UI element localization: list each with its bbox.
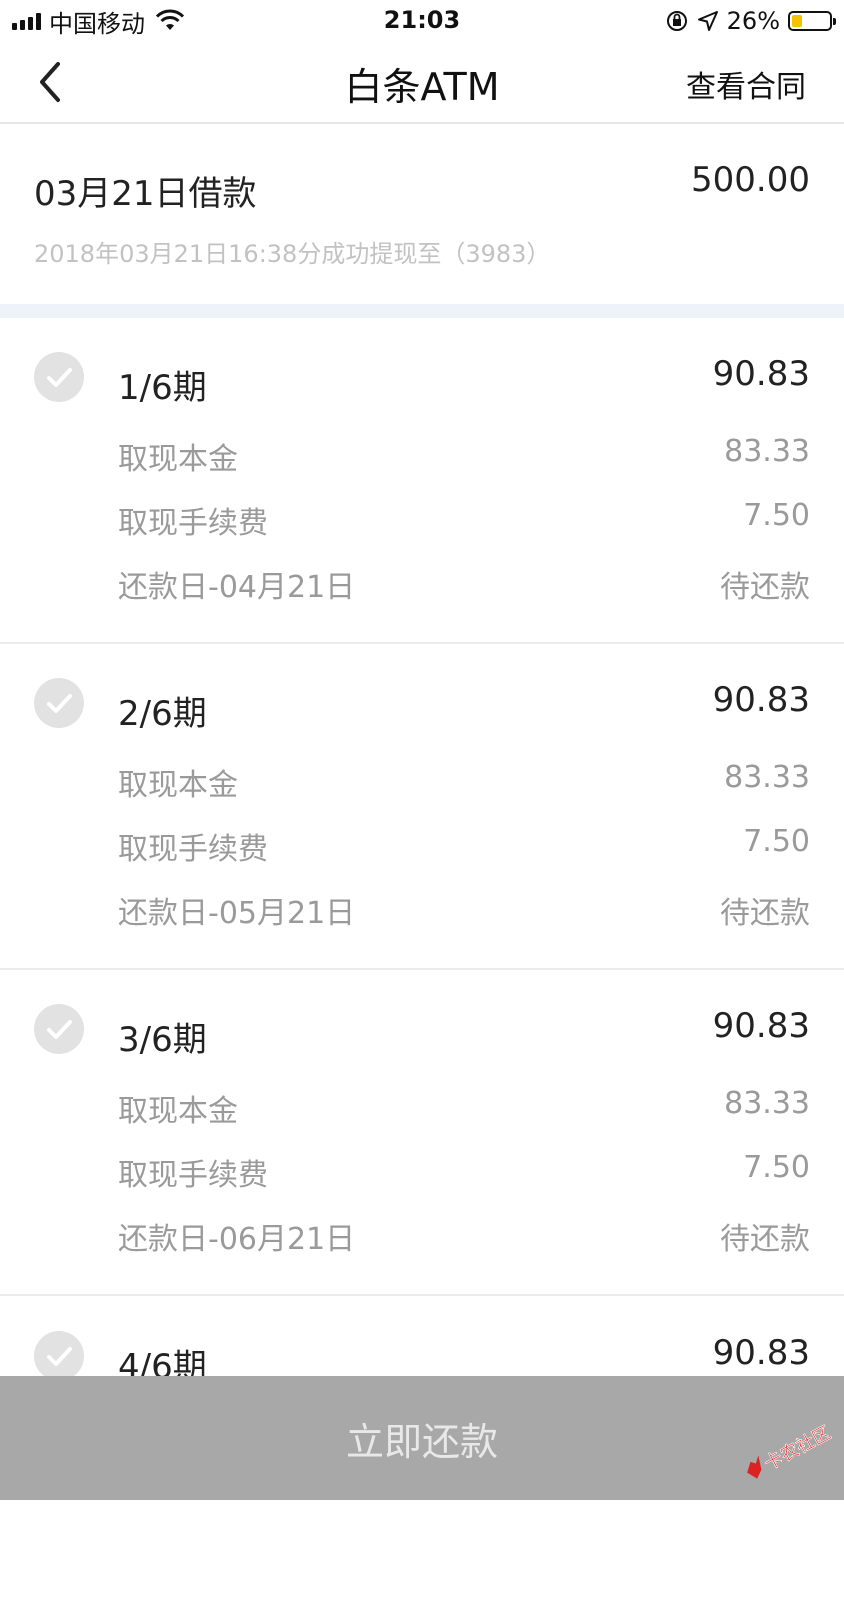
principal-label: 取现本金: [118, 442, 238, 477]
due-date-label: 还款日-04月21日: [118, 570, 356, 605]
installment-title: 1/6期: [118, 368, 207, 408]
principal-value: 83.33: [724, 434, 810, 469]
loan-summary: 03月21日借款 500.00 2018年03月21日16:38分成功提现至（3…: [0, 124, 844, 304]
status-bar: 中国移动 21:03 26%: [0, 0, 844, 44]
section-divider: [0, 304, 844, 318]
principal-value: 83.33: [724, 1086, 810, 1121]
principal-value: 83.33: [724, 760, 810, 795]
location-arrow-icon: [697, 11, 718, 31]
rotation-lock-icon: [666, 11, 687, 31]
status-value: 待还款: [720, 1222, 810, 1257]
installment-item[interactable]: 1/6期 90.83 取现本金 83.33 取现手续费 7.50 还款日-04月…: [0, 318, 844, 644]
installment-title: 3/6期: [118, 1020, 207, 1060]
nav-bar: 白条ATM 查看合同: [0, 44, 844, 124]
fee-label: 取现手续费: [118, 1158, 268, 1193]
installment-amount: 90.83: [712, 1333, 810, 1373]
status-right: 26%: [665, 6, 836, 36]
loan-subtitle: 2018年03月21日16:38分成功提现至（3983）: [34, 240, 551, 268]
loan-amount: 500.00: [691, 160, 810, 200]
check-circle-icon[interactable]: [34, 1004, 84, 1054]
check-circle-icon[interactable]: [34, 1331, 84, 1381]
installment-amount: 90.83: [712, 354, 810, 394]
installment-amount: 90.83: [712, 1006, 810, 1046]
battery-percent: 26%: [726, 7, 780, 35]
due-date-label: 还款日-05月21日: [118, 896, 356, 931]
principal-label: 取现本金: [118, 768, 238, 803]
installment-title: 2/6期: [118, 694, 207, 734]
installment-amount: 90.83: [712, 680, 810, 720]
svg-text:卡农社区: 卡农社区: [761, 1422, 834, 1474]
check-circle-icon[interactable]: [34, 352, 84, 402]
status-value: 待还款: [720, 896, 810, 931]
fee-label: 取现手续费: [118, 506, 268, 541]
fee-value: 7.50: [743, 824, 810, 859]
principal-label: 取现本金: [118, 1094, 238, 1129]
fee-label: 取现手续费: [118, 832, 268, 867]
status-value: 待还款: [720, 570, 810, 605]
installment-item[interactable]: 2/6期 90.83 取现本金 83.33 取现手续费 7.50 还款日-05月…: [0, 644, 844, 970]
fee-value: 7.50: [743, 1150, 810, 1185]
view-contract-button[interactable]: 查看合同: [686, 62, 806, 106]
battery-icon: [788, 11, 836, 31]
check-circle-icon[interactable]: [34, 678, 84, 728]
watermark-logo: 卡农社区: [747, 1422, 835, 1479]
repay-now-label: 立即还款: [345, 1419, 498, 1464]
fee-value: 7.50: [743, 498, 810, 533]
installment-item[interactable]: 3/6期 90.83 取现本金 83.33 取现手续费 7.50 还款日-06月…: [0, 970, 844, 1296]
loan-title: 03月21日借款: [34, 174, 257, 214]
repay-now-button[interactable]: 立即还款: [0, 1376, 844, 1500]
due-date-label: 还款日-06月21日: [118, 1222, 356, 1257]
